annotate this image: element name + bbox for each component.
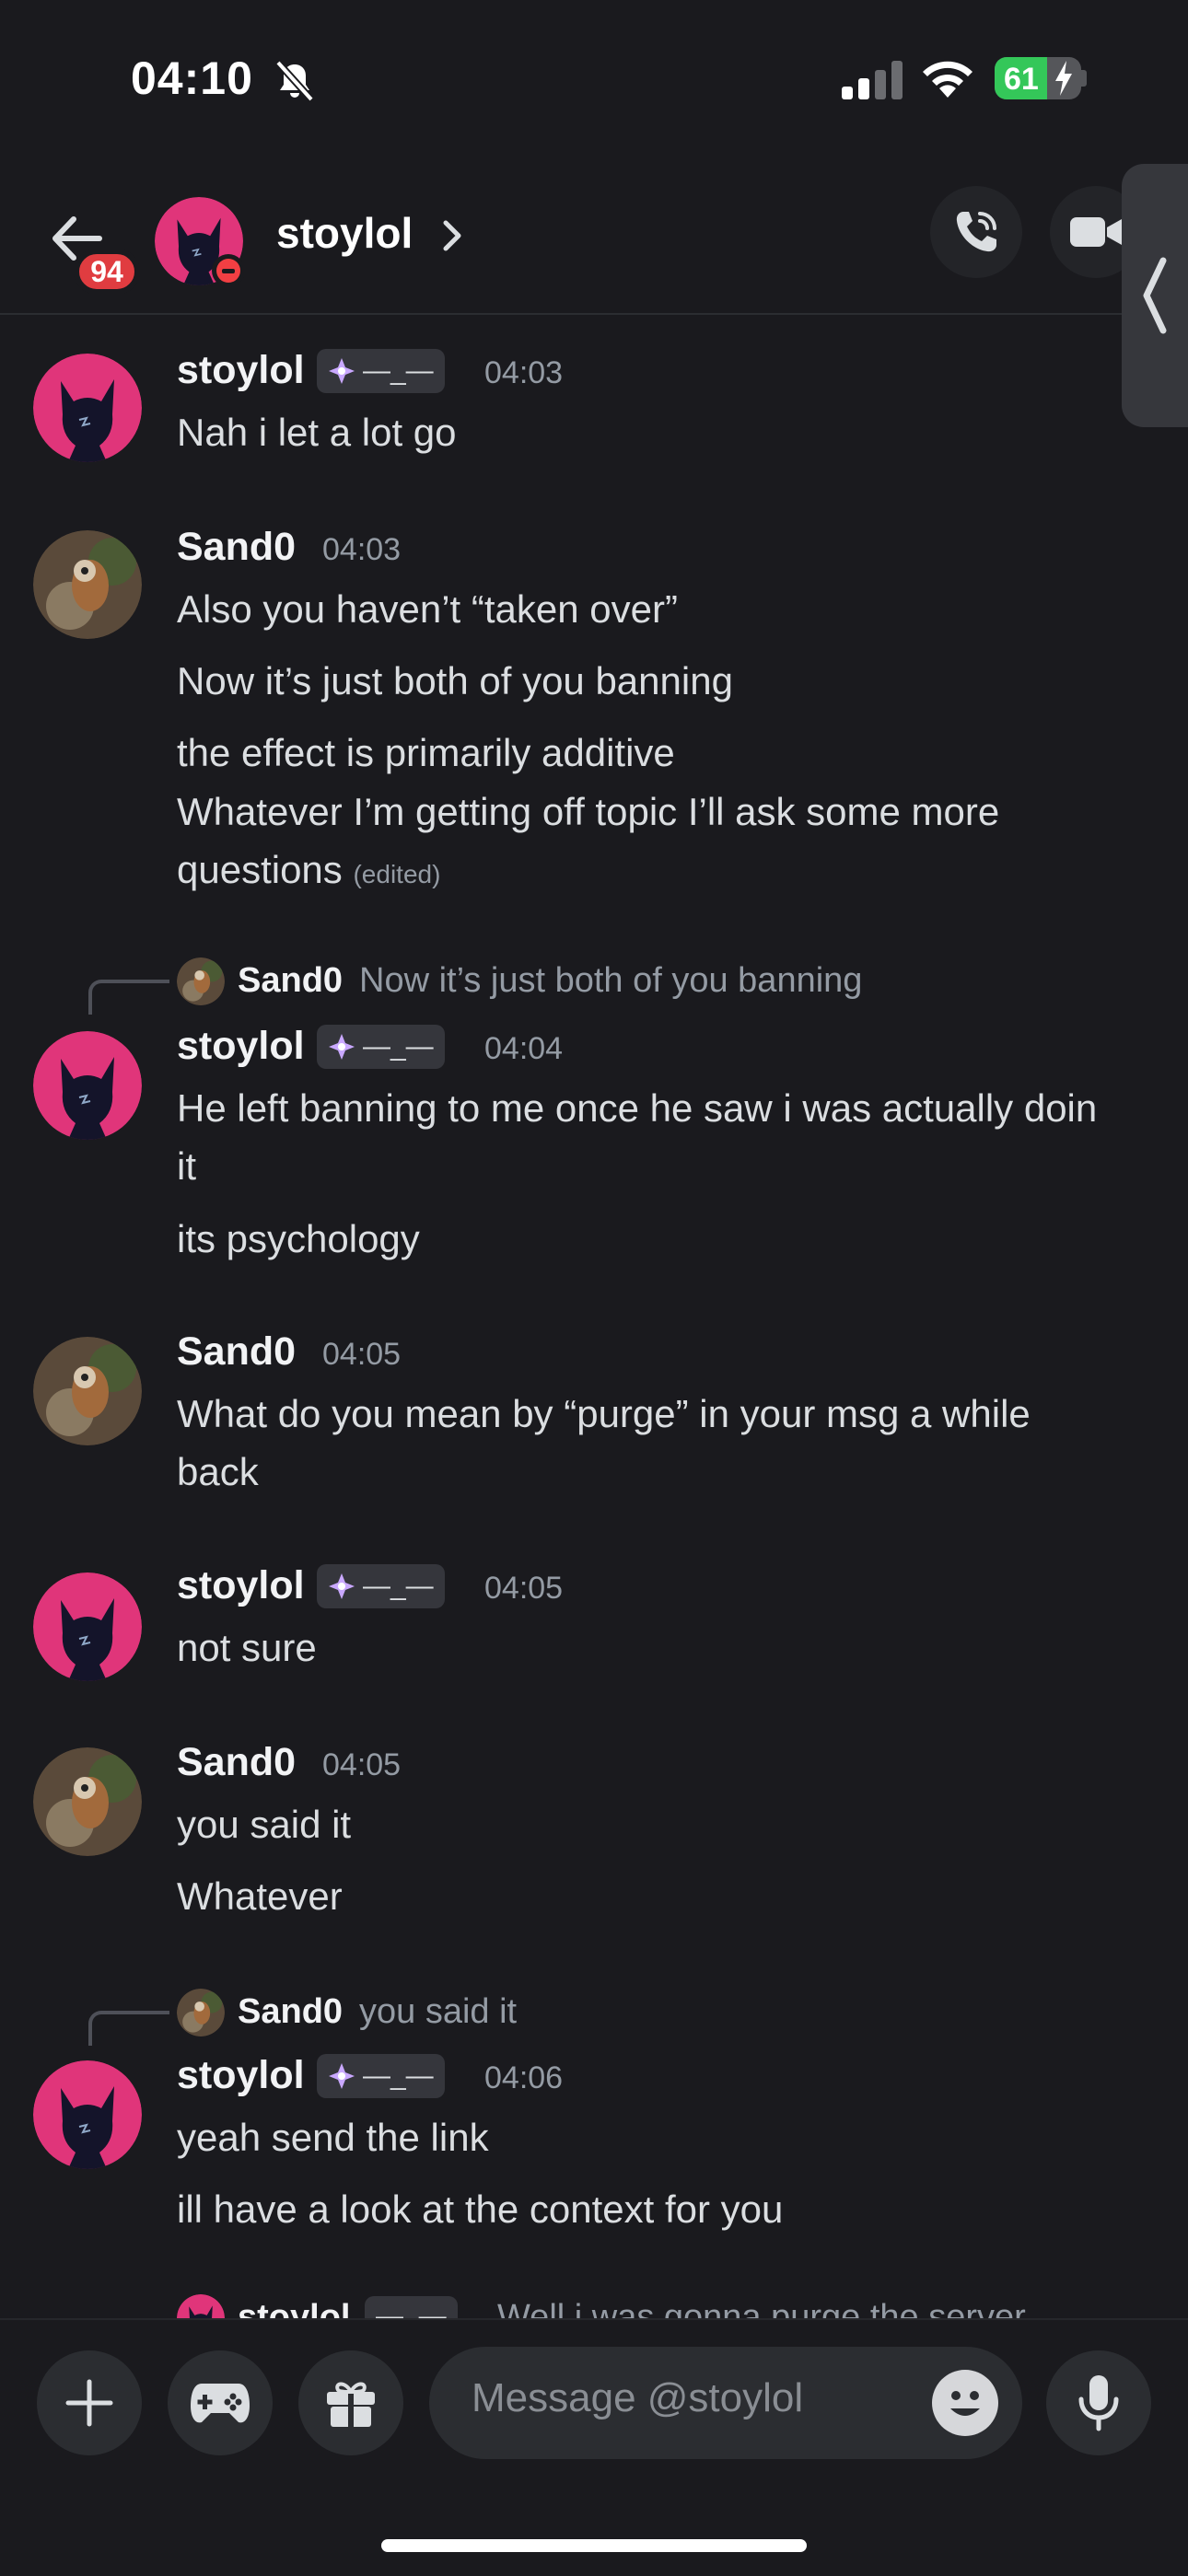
voice-message-button[interactable] [1046, 2350, 1151, 2455]
reply-preview[interactable]: Now it’s just both of you banning [359, 961, 862, 1001]
reply-preview[interactable]: you said it [359, 1992, 517, 2032]
reply-author[interactable]: stoylol [238, 2298, 350, 2318]
video-icon [1070, 217, 1122, 247]
phone-call-icon [956, 212, 996, 252]
header-username[interactable]: stoylol [276, 208, 413, 258]
message-text[interactable]: the effect is primarily additive [177, 724, 1098, 782]
reply-preview[interactable]: Well i was gonna purge the server [497, 2298, 1026, 2318]
unread-badge: 94 [74, 249, 140, 295]
message-text[interactable]: Also you haven’t “taken over” [177, 580, 1098, 638]
message-list[interactable]: stoylol —_— 04:03 Nah i let a lot go San… [0, 315, 1188, 2318]
sparkle-icon [329, 2063, 355, 2089]
message-text[interactable]: Nah i let a lot go [177, 403, 1098, 461]
avatar-sand0[interactable] [33, 1747, 142, 1856]
message-author[interactable]: stoylol [177, 348, 305, 393]
status-time: 04:10 [131, 52, 253, 104]
message-author[interactable]: stoylol [177, 1024, 305, 1069]
message-timestamp: 04:05 [484, 1571, 564, 1606]
dnd-status-icon [212, 254, 245, 287]
sparkle-icon [329, 1573, 355, 1599]
chevron-right-icon[interactable] [438, 217, 466, 254]
message-author[interactable]: stoylol [177, 2053, 305, 2098]
message-timestamp: 04:05 [322, 1337, 402, 1372]
activities-button[interactable] [168, 2350, 273, 2455]
battery-percent: 61 [1004, 62, 1039, 97]
message-text[interactable]: its psychology [177, 1210, 1098, 1268]
message-text[interactable]: He left banning to me once he saw i was … [177, 1079, 1107, 1195]
message-text[interactable]: What do you mean by “purge” in your msg … [177, 1385, 1116, 1501]
message-text[interactable]: ill have a look at the context for you [177, 2180, 1098, 2238]
message-text-body: Whatever I’m getting off topic I’ll ask … [177, 790, 1000, 891]
attach-button[interactable] [37, 2350, 142, 2455]
message-author[interactable]: Sand0 [177, 1740, 296, 1785]
message-text[interactable]: yeah send the link [177, 2108, 1098, 2166]
wifi-icon [923, 61, 973, 98]
reply-connector [88, 2011, 169, 2046]
message-text[interactable]: Whatever [177, 1867, 1098, 1925]
clan-tag-text: —_— [376, 2301, 447, 2318]
emoji-button[interactable] [932, 2370, 998, 2436]
message-text[interactable]: you said it [177, 1795, 1098, 1853]
sparkle-icon [329, 1034, 355, 1060]
avatar-sand0[interactable] [33, 1337, 142, 1445]
clan-tag-text: —_— [363, 2060, 434, 2091]
signal-icon [842, 61, 903, 99]
message-timestamp: 04:05 [322, 1747, 402, 1782]
clan-tag[interactable]: —_— [317, 1564, 445, 1608]
plus-icon [65, 2379, 113, 2427]
avatar-stoylol[interactable] [33, 1031, 142, 1140]
emoji-icon [950, 2391, 980, 2416]
avatar-stoylol[interactable] [33, 2060, 142, 2169]
gift-button[interactable] [298, 2350, 403, 2455]
message-author[interactable]: Sand0 [177, 525, 296, 570]
message-timestamp: 04:03 [322, 532, 402, 567]
status-bar: 04:10 61 [0, 0, 1188, 157]
message-timestamp: 04:04 [484, 1031, 564, 1066]
message-author[interactable]: Sand0 [177, 1329, 296, 1375]
clan-tag-text: —_— [363, 355, 434, 386]
avatar-stoylol[interactable] [33, 354, 142, 462]
edited-marker: (edited) [353, 860, 441, 888]
message-timestamp: 04:06 [484, 2060, 564, 2095]
clan-tag[interactable]: —_— [317, 1025, 445, 1069]
reply-author[interactable]: Sand0 [238, 1992, 343, 2032]
message-timestamp: 04:03 [484, 355, 564, 390]
reply-avatar-sand0 [177, 1989, 225, 2036]
message-text[interactable]: not sure [177, 1619, 1098, 1677]
reply-avatar-stoylol [177, 2294, 225, 2318]
avatar-sand0[interactable] [33, 530, 142, 639]
reply-author[interactable]: Sand0 [238, 961, 343, 1001]
clan-tag: —_— [365, 2296, 458, 2318]
message-author[interactable]: stoylol [177, 1563, 305, 1608]
reply-connector [88, 980, 169, 1015]
message-input-placeholder[interactable]: Message @stoylol [472, 2375, 803, 2421]
voice-call-button[interactable] [930, 186, 1022, 278]
bell-slash-icon [275, 60, 314, 102]
clan-tag[interactable]: —_— [317, 349, 445, 393]
clan-tag-text: —_— [363, 1571, 434, 1601]
clan-tag-text: —_— [363, 1031, 434, 1062]
avatar-stoylol[interactable] [33, 1572, 142, 1681]
reply-avatar-sand0 [177, 957, 225, 1005]
message-text[interactable]: Whatever I’m getting off topic I’ll ask … [177, 783, 1098, 903]
battery-icon: 61 [995, 57, 1081, 99]
battery-tip [1081, 70, 1087, 87]
clan-tag[interactable]: —_— [317, 2054, 445, 2098]
gift-icon [327, 2382, 375, 2427]
home-indicator[interactable] [381, 2539, 807, 2552]
sparkle-icon [329, 358, 355, 384]
gamepad-icon [191, 2384, 250, 2423]
microphone-icon [1078, 2375, 1119, 2431]
message-text[interactable]: Now it’s just both of you banning [177, 652, 1098, 710]
